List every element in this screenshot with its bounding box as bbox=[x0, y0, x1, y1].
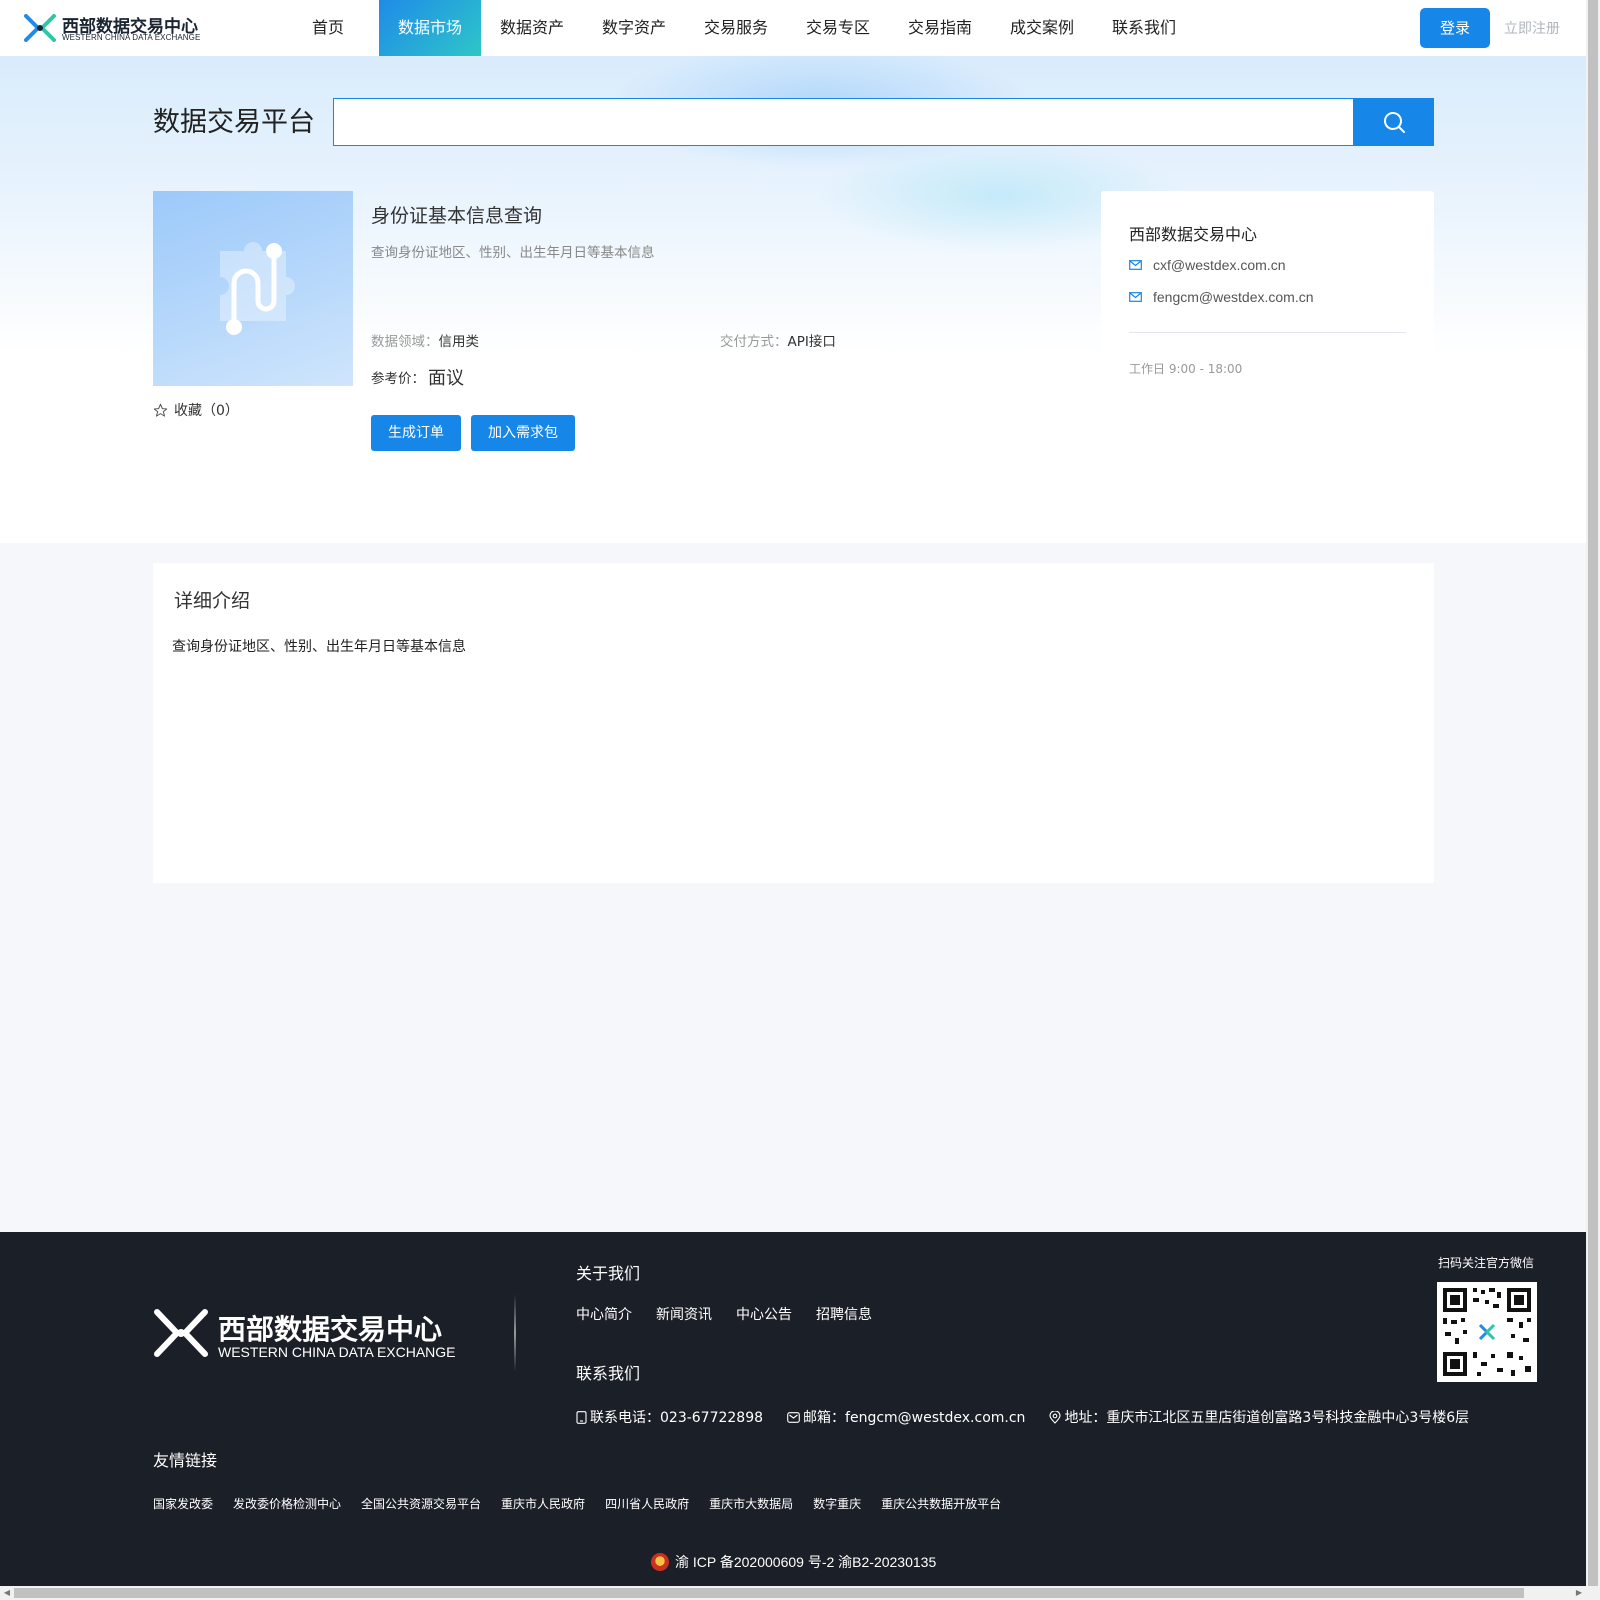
friend-link[interactable]: 重庆市大数据局 bbox=[709, 1495, 793, 1512]
footer-phone-text: 联系电话：023-67722898 bbox=[590, 1410, 764, 1426]
product-image bbox=[153, 191, 353, 386]
mail-icon bbox=[1129, 292, 1142, 302]
top-header: 西部数据交易中心 WESTERN CHINA DATA EXCHANGE 首页 … bbox=[0, 0, 1586, 56]
nav-item-contact[interactable]: 联系我们 bbox=[1093, 0, 1195, 56]
footer-email-text: 邮箱：fengcm@westdex.com.cn bbox=[803, 1410, 1026, 1426]
friend-link[interactable]: 重庆公共数据开放平台 bbox=[881, 1495, 1001, 1512]
details-title: 详细介绍 bbox=[174, 590, 251, 612]
delivery-method: 交付方式：API接口 bbox=[720, 330, 836, 350]
footer-about-links: 中心简介 新闻资讯 中心公告 招聘信息 bbox=[576, 1304, 896, 1324]
footer-link-intro[interactable]: 中心简介 bbox=[576, 1304, 632, 1324]
nav-item-home[interactable]: 首页 bbox=[277, 0, 379, 56]
footer-address: 地址：重庆市江北区五里店街道创富路3号科技金融中心3号楼6层 bbox=[1049, 1407, 1469, 1427]
working-hours: 工作日 9:00 - 18:00 bbox=[1129, 362, 1243, 376]
contact-email-2[interactable]: fengcm@westdex.com.cn bbox=[1129, 289, 1314, 305]
data-domain: 数据领域：信用类 bbox=[371, 330, 479, 350]
friend-link[interactable]: 全国公共资源交易平台 bbox=[361, 1495, 481, 1512]
horizontal-scrollbar-thumb[interactable] bbox=[14, 1588, 1524, 1598]
logo-text-en: WESTERN CHINA DATA EXCHANGE bbox=[62, 33, 201, 42]
nav-item-data-assets[interactable]: 数据资产 bbox=[481, 0, 583, 56]
friend-link[interactable]: 数字重庆 bbox=[813, 1495, 861, 1512]
friend-link[interactable]: 发改委价格检测中心 bbox=[233, 1495, 341, 1512]
details-body: 查询身份证地区、性别、出生年月日等基本信息 bbox=[172, 639, 466, 655]
icp-record[interactable]: 渝 ICP 备202000609 号-2 渝B2-20230135 bbox=[651, 1552, 936, 1572]
mail-icon bbox=[1129, 260, 1142, 270]
platform-title: 数据交易平台 bbox=[153, 107, 315, 138]
nav-item-trade-guide[interactable]: 交易指南 bbox=[889, 0, 991, 56]
scroll-right-arrow-icon[interactable]: ▶ bbox=[1572, 1586, 1586, 1600]
footer-about-title: 关于我们 bbox=[576, 1264, 641, 1283]
search-input[interactable] bbox=[333, 98, 1354, 146]
search-button[interactable] bbox=[1354, 98, 1434, 146]
footer-link-news[interactable]: 新闻资讯 bbox=[656, 1304, 712, 1324]
nav-item-digital-assets[interactable]: 数字资产 bbox=[583, 0, 685, 56]
footer-logo-en: WESTERN CHINA DATA EXCHANGE bbox=[218, 1344, 456, 1360]
product-subtitle: 查询身份证地区、性别、出生年月日等基本信息 bbox=[371, 245, 655, 261]
login-button[interactable]: 登录 bbox=[1420, 8, 1490, 48]
register-link[interactable]: 立即注册 bbox=[1504, 18, 1560, 38]
price-value: 面议 bbox=[428, 368, 464, 389]
contact-divider bbox=[1129, 332, 1406, 333]
footer-email: 邮箱：fengcm@westdex.com.cn bbox=[787, 1407, 1025, 1427]
create-order-button[interactable]: 生成订单 bbox=[371, 415, 461, 451]
contact-email-text: fengcm@westdex.com.cn bbox=[1153, 289, 1314, 305]
data-domain-value: 信用类 bbox=[438, 334, 480, 350]
product-title: 身份证基本信息查询 bbox=[371, 205, 543, 227]
favorite-button[interactable]: 收藏（0） bbox=[153, 400, 239, 420]
logo-mark-icon bbox=[24, 14, 56, 42]
main-nav: 首页 数据市场 数据资产 数字资产 交易服务 交易专区 交易指南 成交案例 联系… bbox=[277, 0, 1195, 56]
data-domain-label: 数据领域： bbox=[371, 334, 439, 350]
friend-link[interactable]: 国家发改委 bbox=[153, 1495, 213, 1512]
footer-logo-cn: 西部数据交易中心 bbox=[218, 1313, 443, 1346]
mail-icon bbox=[787, 1411, 800, 1423]
nav-item-cases[interactable]: 成交案例 bbox=[991, 0, 1093, 56]
search-icon bbox=[1384, 112, 1405, 133]
site-logo[interactable]: 西部数据交易中心 WESTERN CHINA DATA EXCHANGE bbox=[24, 12, 204, 44]
footer-address-text: 地址：重庆市江北区五里店街道创富路3号科技金融中心3号楼6层 bbox=[1064, 1410, 1470, 1426]
add-to-demand-pack-button[interactable]: 加入需求包 bbox=[471, 415, 575, 451]
location-pin-icon bbox=[1049, 1410, 1061, 1424]
provider-name: 西部数据交易中心 bbox=[1129, 225, 1258, 244]
vertical-scrollbar[interactable] bbox=[1586, 0, 1600, 1586]
nav-item-trade-zone[interactable]: 交易专区 bbox=[787, 0, 889, 56]
nav-item-trade-services[interactable]: 交易服务 bbox=[685, 0, 787, 56]
puzzle-api-icon bbox=[220, 242, 295, 335]
star-icon bbox=[153, 403, 168, 417]
nav-item-data-market[interactable]: 数据市场 bbox=[379, 0, 481, 56]
provider-contact-card: 西部数据交易中心 cxf@westdex.com.cn fengcm@westd… bbox=[1101, 191, 1434, 531]
scroll-left-arrow-icon[interactable]: ◀ bbox=[0, 1586, 14, 1600]
friend-links: 国家发改委 发改委价格检测中心 全国公共资源交易平台 重庆市人民政府 四川省人民… bbox=[153, 1495, 1021, 1512]
delivery-method-value: API接口 bbox=[787, 334, 836, 350]
police-emblem-icon bbox=[651, 1553, 669, 1571]
vertical-scrollbar-thumb[interactable] bbox=[1588, 0, 1598, 1586]
contact-email-1[interactable]: cxf@westdex.com.cn bbox=[1129, 257, 1285, 273]
footer-logo-mark-icon bbox=[154, 1309, 208, 1357]
qr-label: 扫码关注官方微信 bbox=[1438, 1256, 1535, 1270]
footer-logo[interactable]: 西部数据交易中心 WESTERN CHINA DATA EXCHANGE bbox=[153, 1308, 463, 1360]
footer-phone: 联系电话：023-67722898 bbox=[576, 1407, 763, 1427]
wechat-qr-code bbox=[1437, 1282, 1537, 1382]
contact-email-text: cxf@westdex.com.cn bbox=[1153, 257, 1286, 273]
footer-contact-title: 联系我们 bbox=[576, 1364, 641, 1383]
horizontal-scrollbar[interactable]: ◀ ▶ bbox=[0, 1586, 1600, 1600]
favorite-label: 收藏（0） bbox=[174, 403, 239, 419]
qr-code-icon bbox=[1443, 1288, 1531, 1376]
footer-link-jobs[interactable]: 招聘信息 bbox=[816, 1304, 872, 1324]
footer-divider bbox=[514, 1294, 516, 1372]
phone-icon bbox=[576, 1410, 587, 1424]
details-section: 详细介绍 查询身份证地区、性别、出生年月日等基本信息 bbox=[153, 563, 1434, 883]
friend-link[interactable]: 四川省人民政府 bbox=[605, 1495, 689, 1512]
price-label: 参考价： bbox=[371, 371, 425, 387]
icp-record-text: 渝 ICP 备202000609 号-2 渝B2-20230135 bbox=[675, 1554, 937, 1570]
footer-link-notices[interactable]: 中心公告 bbox=[736, 1304, 792, 1324]
footer-contact-info: 联系电话：023-67722898 邮箱：fengcm@westdex.com.… bbox=[576, 1407, 1493, 1427]
site-footer: 西部数据交易中心 WESTERN CHINA DATA EXCHANGE 关于我… bbox=[0, 1232, 1586, 1586]
friend-links-title: 友情链接 bbox=[153, 1451, 218, 1470]
friend-link[interactable]: 重庆市人民政府 bbox=[501, 1495, 585, 1512]
delivery-method-label: 交付方式： bbox=[720, 334, 788, 350]
